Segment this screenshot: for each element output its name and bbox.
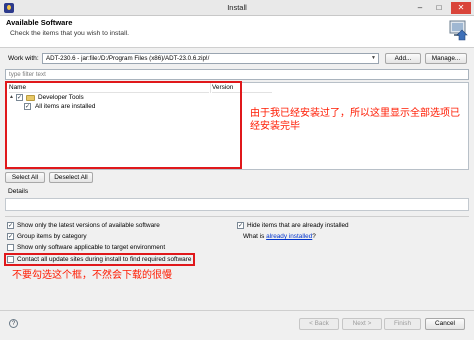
annotation-warning-note: 不要勾选这个框，不然会下载的很慢 (12, 270, 172, 281)
group-by-category-label: Group items by category (17, 233, 87, 240)
filter-input[interactable]: type filter text (5, 69, 469, 80)
what-is-prefix: What is (243, 233, 265, 240)
help-icon[interactable]: ? (9, 319, 18, 328)
minimize-button[interactable]: – (411, 2, 429, 14)
work-with-label: Work with: (8, 55, 39, 62)
annotation-installed-note: 由于我已经安装过了，所以这里显示全部选项已经安装完毕 (250, 108, 460, 132)
group-by-category-checkbox[interactable]: ✓ (7, 233, 14, 240)
applicable-only-checkbox[interactable] (7, 244, 14, 251)
annotation-highlight-box (5, 81, 242, 169)
work-with-value: ADT-230.6 - jar:file:/D:/Program Files (… (46, 55, 210, 62)
footer-separator (0, 310, 474, 311)
window-title: Install (227, 3, 247, 12)
deselect-all-button[interactable]: Deselect All (49, 172, 93, 183)
next-button[interactable]: Next > (342, 318, 382, 330)
details-label: Details (8, 188, 29, 195)
work-with-combo[interactable]: ADT-230.6 - jar:file:/D:/Program Files (… (42, 53, 379, 64)
manage-sites-button[interactable]: Manage... (425, 53, 467, 64)
cancel-button[interactable]: Cancel (425, 318, 465, 330)
already-installed-link[interactable]: already installed (266, 233, 312, 240)
finish-button[interactable]: Finish (384, 318, 421, 330)
back-button[interactable]: < Back (299, 318, 339, 330)
latest-versions-checkbox[interactable]: ✓ (7, 222, 14, 229)
annotation-contact-box (4, 253, 195, 266)
page-title: Available Software (6, 18, 73, 27)
latest-versions-label: Show only the latest versions of availab… (17, 222, 160, 229)
select-all-button[interactable]: Select All (5, 172, 45, 183)
details-area (5, 198, 469, 211)
applicable-only-label: Show only software applicable to target … (17, 244, 166, 251)
hide-installed-checkbox[interactable]: ✓ (237, 222, 244, 229)
add-site-button[interactable]: Add... (385, 53, 421, 64)
close-button[interactable]: ✕ (451, 2, 471, 14)
what-is-installed-text: What is already installed? (243, 233, 316, 240)
chevron-down-icon[interactable]: ▼ (369, 54, 378, 63)
hide-installed-label: Hide items that are already installed (247, 222, 349, 229)
maximize-button[interactable]: □ (430, 2, 448, 14)
install-banner-icon (449, 20, 468, 41)
page-description: Check the items that you wish to install… (10, 30, 129, 37)
what-is-suffix: ? (312, 233, 316, 240)
separator (5, 216, 469, 217)
